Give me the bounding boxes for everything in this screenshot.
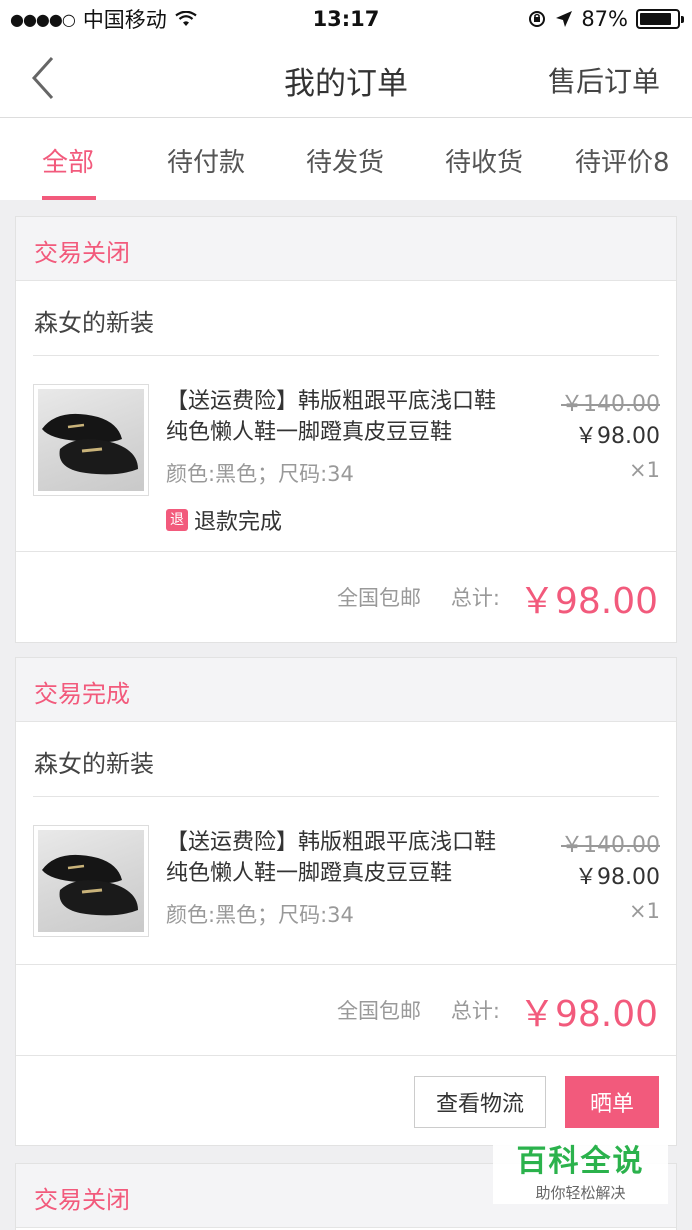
current-price: ￥98.00 (575, 865, 660, 890)
tab-pending-shipment[interactable]: 待发货 (306, 142, 384, 179)
shipping-note: 全国包邮 (337, 999, 421, 1023)
product-thumbnail[interactable] (33, 825, 149, 937)
shoe-image (42, 854, 138, 916)
total-label: 总计: (450, 999, 500, 1023)
quantity: ×1 (629, 458, 660, 482)
share-review-button[interactable]: 晒单 (565, 1076, 659, 1128)
order-item[interactable]: 【送运费险】韩版粗跟平底浅口鞋纯色懒人鞋一脚蹬真皮豆豆鞋 颜色:黑色；尺码:34… (16, 797, 676, 965)
shoe-image (42, 413, 138, 475)
original-price: ￥140.00 (561, 392, 660, 417)
tab-pending-receipt[interactable]: 待收货 (445, 142, 523, 179)
refund-text: 退款完成 (194, 510, 283, 535)
watermark-title: 百科全说 (516, 1144, 645, 1179)
tab-all[interactable]: 全部 (42, 142, 94, 179)
order-tabs: 全部 待付款 待发货 待收货 待评价8 (0, 118, 692, 200)
shipping-note: 全国包邮 (337, 586, 421, 610)
refund-badge-icon: 退 (166, 509, 188, 531)
after-sales-orders-link[interactable]: 售后订单 (548, 60, 660, 100)
order-total-row: 全国包邮 总计: ￥98.00 (16, 965, 676, 1055)
total-amount: ￥98.00 (518, 581, 658, 622)
battery-icon (636, 9, 684, 29)
order-status: 交易完成 (16, 658, 676, 722)
tab-pending-payment[interactable]: 待付款 (167, 142, 245, 179)
order-item[interactable]: 【送运费险】韩版粗跟平底浅口鞋纯色懒人鞋一脚蹬真皮豆豆鞋 颜色:黑色；尺码:34… (16, 356, 676, 552)
product-spec: 颜色:黑色；尺码:34 (166, 903, 354, 927)
status-bar: ●●●●○ 中国移动 13:17 87% (0, 0, 692, 38)
shop-name[interactable]: 森女的新装 (16, 722, 676, 796)
total-amount: ￥98.00 (518, 994, 658, 1035)
refund-status: 退 退款完成 (166, 504, 282, 536)
order-card[interactable]: 交易关闭 森女的新装 【送运费险】韩版粗跟平底浅口鞋纯色懒人鞋一脚蹬真皮豆豆鞋 … (15, 216, 677, 643)
nav-bar: 我的订单 售后订单 (0, 38, 692, 118)
order-total-row: 全国包邮 总计: ￥98.00 (16, 552, 676, 642)
watermark-subtitle: 助你轻松解决 (535, 1184, 626, 1202)
order-card[interactable]: 交易完成 森女的新装 【送运费险】韩版粗跟平底浅口鞋纯色懒人鞋一脚蹬真皮豆豆鞋 … (15, 657, 677, 1146)
watermark-logo: 百科全说 助你轻松解决 (493, 1128, 668, 1204)
view-logistics-button[interactable]: 查看物流 (414, 1076, 546, 1128)
product-spec: 颜色:黑色；尺码:34 (166, 462, 354, 486)
product-thumbnail[interactable] (33, 384, 149, 496)
order-status: 交易关闭 (16, 217, 676, 281)
location-arrow-icon (556, 11, 573, 27)
quantity: ×1 (629, 899, 660, 923)
product-title[interactable]: 【送运费险】韩版粗跟平底浅口鞋纯色懒人鞋一脚蹬真皮豆豆鞋 (166, 386, 516, 448)
original-price: ￥140.00 (561, 833, 660, 858)
product-title[interactable]: 【送运费险】韩版粗跟平底浅口鞋纯色懒人鞋一脚蹬真皮豆豆鞋 (166, 827, 516, 889)
orientation-lock-icon (529, 11, 546, 27)
battery-percent: 87% (581, 7, 628, 31)
total-label: 总计: (450, 586, 500, 610)
active-tab-indicator (42, 196, 96, 200)
shop-name[interactable]: 森女的新装 (16, 281, 676, 355)
tab-pending-review[interactable]: 待评价8 (575, 142, 670, 179)
current-price: ￥98.00 (575, 424, 660, 449)
